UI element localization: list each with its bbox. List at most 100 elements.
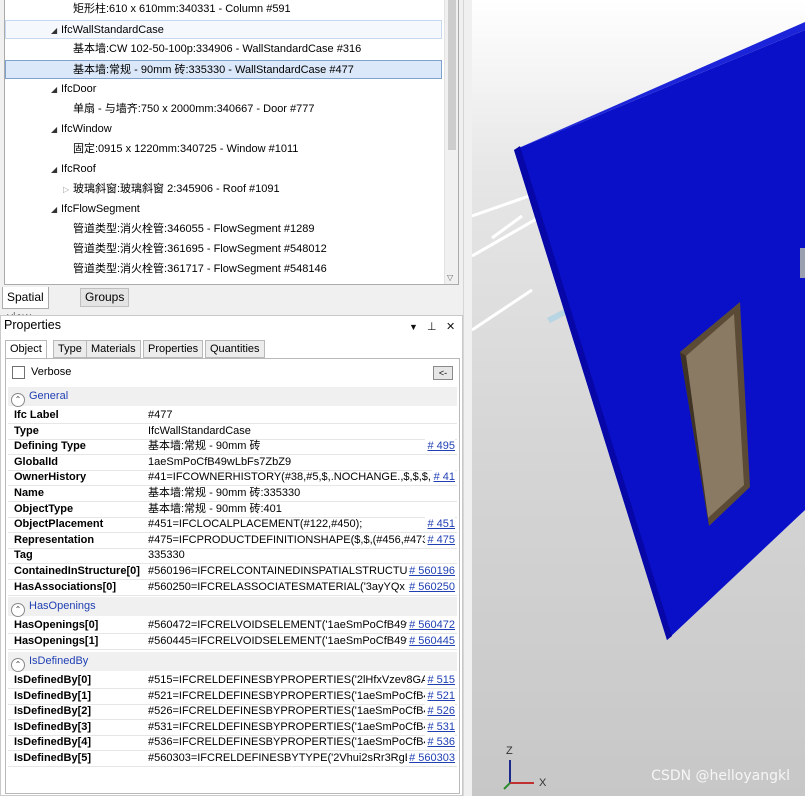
property-link[interactable]: # 451	[425, 517, 455, 533]
dropdown-arrow-icon[interactable]: ▼	[409, 322, 418, 332]
expand-triangle-icon[interactable]: ◢	[51, 120, 61, 139]
expand-triangle-icon[interactable]: ◢	[51, 21, 61, 40]
property-row: ContainedInStructure[0] #560196=IFCRELCON…	[8, 564, 457, 580]
property-key: Ifc Label	[14, 409, 59, 421]
property-row: IsDefinedBy[5] #560303=IFCRELDEFINESBYTYP…	[8, 751, 457, 767]
tab-object[interactable]: Object	[5, 340, 47, 359]
tab-groups[interactable]: Groups	[80, 288, 130, 307]
property-link[interactable]: # 560196	[407, 564, 455, 579]
tree-group-label: IfcFlowSegment	[61, 203, 140, 215]
property-value: #531=IFCRELDEFINESBYPROPERTIES('1aeSmPoC…	[148, 720, 430, 733]
expand-triangle-icon[interactable]: ◢	[51, 200, 61, 219]
tree-row-roof-1091[interactable]: ▷ 玻璃斜窗:玻璃斜窗 2:345906 - Roof #1091	[63, 180, 280, 199]
property-key: Representation	[14, 533, 95, 546]
expand-triangle-icon[interactable]: ◢	[51, 80, 61, 99]
tree-row-wall-477[interactable]: 基本墙:常规 - 90mm 砖:335330 - WallStandardCas…	[5, 60, 442, 79]
property-value: #41=IFCOWNERHISTORY(#38,#5,$,.NOCHANGE.,…	[148, 471, 430, 484]
property-link[interactable]: # 475	[425, 532, 455, 548]
section-header-isdefinedby[interactable]: ⌃ IsDefinedBy	[8, 652, 457, 672]
property-value: #521=IFCRELDEFINESBYPROPERTIES('1aeSmPoC…	[148, 689, 430, 702]
property-row: Defining Type 基本墙:常规 - 90mm 砖 # 495	[8, 439, 457, 456]
tree-row-column-591[interactable]: 矩形柱:610 x 610mm:340331 - Column #591	[73, 0, 291, 19]
tree-group-ifcroof[interactable]: ◢ IfcRoof	[51, 160, 96, 179]
tree-row-label: 基本墙:常规 - 90mm 砖:335330 - WallStandardCas…	[73, 64, 354, 76]
property-row: HasOpenings[0] #560472=IFCRELVOIDSELEMENT…	[8, 618, 457, 634]
property-link[interactable]: # 560250	[407, 579, 455, 595]
tree-row-label: 管道类型:消火栓管:346055 - FlowSegment #1289	[73, 223, 315, 235]
tree-row-label: 玻璃斜窗:玻璃斜窗 2:345906 - Roof #1091	[73, 183, 280, 195]
pin-icon[interactable]: ⊥	[427, 320, 437, 333]
property-key: IsDefinedBy[3]	[14, 720, 92, 733]
property-key: ContainedInStructure[0]	[14, 565, 140, 577]
model-tree[interactable]: 矩形柱:610 x 610mm:340331 - Column #591 ◢ If…	[4, 0, 459, 285]
property-key: ObjectPlacement	[14, 518, 104, 531]
panel-splitter[interactable]	[463, 0, 472, 796]
property-link[interactable]: # 515	[425, 673, 455, 688]
verbose-checkbox[interactable]	[12, 365, 25, 379]
property-key: Tag	[14, 549, 33, 562]
property-link[interactable]: # 536	[425, 735, 455, 751]
property-link[interactable]: # 495	[425, 439, 455, 455]
tab-spatial-view[interactable]: Spatial view	[2, 287, 49, 324]
scrollbar-thumb[interactable]	[448, 0, 456, 150]
property-row: IsDefinedBy[2] #526=IFCRELDEFINESBYPROPER…	[8, 704, 457, 721]
tree-group-ifcflowsegment[interactable]: ◢ IfcFlowSegment	[51, 200, 140, 219]
property-value: 基本墙:常规 - 90mm 砖:401	[148, 502, 282, 515]
verbose-option[interactable]: Verbose	[12, 365, 71, 381]
properties-title: Properties	[4, 318, 61, 332]
tab-quantities[interactable]: Quantities	[205, 340, 265, 358]
property-key: Defining Type	[14, 440, 86, 453]
collapsed-triangle-icon[interactable]: ▷	[63, 180, 73, 199]
property-link[interactable]: # 41	[431, 470, 455, 486]
close-icon[interactable]: ✕	[446, 320, 455, 333]
property-row: HasAssociations[0] #560250=IFCRELASSOCIAT…	[8, 579, 457, 596]
property-key: OwnerHistory	[14, 471, 87, 484]
property-value: #475=IFCPRODUCTDEFINITIONSHAPE($,$,(#456…	[148, 533, 430, 546]
property-key: GlobalId	[14, 455, 58, 468]
tree-group-ifcwallstandardcase[interactable]: ◢ IfcWallStandardCase	[5, 20, 442, 39]
3d-viewport[interactable]: Z X CSDN @helloyangkl	[472, 0, 805, 796]
tree-group-ifcdoor[interactable]: ◢ IfcDoor	[51, 80, 96, 99]
property-row: Representation #475=IFCPRODUCTDEFINITIONS…	[8, 532, 457, 549]
section-header-general[interactable]: ⌃ General	[8, 387, 457, 407]
property-row: Type IfcWallStandardCase	[8, 424, 457, 440]
tab-materials[interactable]: Materials	[86, 340, 141, 358]
property-row: Ifc Label #477	[8, 408, 457, 424]
tree-row-wall-316[interactable]: 基本墙:CW 102-50-100p:334906 - WallStandard…	[73, 40, 361, 59]
section-title: IsDefinedBy	[29, 655, 89, 667]
tree-row-flowsegment-1289[interactable]: 管道类型:消火栓管:346055 - FlowSegment #1289	[73, 220, 315, 239]
collapse-chevron-icon[interactable]: ⌃	[11, 603, 25, 617]
property-value: IfcWallStandardCase	[148, 424, 251, 437]
back-button[interactable]: <-	[433, 366, 453, 380]
property-row: ObjectPlacement #451=IFCLOCALPLACEMENT(#1…	[8, 517, 457, 534]
property-link[interactable]: # 560303	[407, 751, 455, 766]
property-link[interactable]: # 526	[425, 704, 455, 720]
property-value: 335330	[148, 549, 185, 562]
tree-row-window-1011[interactable]: 固定:0915 x 1220mm:340725 - Window #1011	[73, 140, 298, 159]
property-link[interactable]: # 560445	[407, 633, 455, 649]
property-value: 基本墙:常规 - 90mm 砖	[148, 440, 261, 453]
collapse-chevron-icon[interactable]: ⌃	[11, 393, 25, 407]
axis-x-label: X	[539, 777, 547, 789]
property-link[interactable]: # 531	[425, 719, 455, 735]
tab-type[interactable]: Type	[53, 340, 87, 358]
properties-panel: Properties ▼ ⊥ ✕ Object Type Materials P…	[0, 315, 463, 796]
tree-row-door-777[interactable]: 单扇 - 与墙齐:750 x 2000mm:340667 - Door #777	[73, 100, 315, 119]
tree-group-ifcwindow[interactable]: ◢ IfcWindow	[51, 120, 112, 139]
tree-row-label: 基本墙:CW 102-50-100p:334906 - WallStandard…	[73, 43, 362, 55]
property-row: Tag 335330	[8, 548, 457, 565]
scroll-down-arrow-icon[interactable]: ▽	[447, 273, 453, 282]
section-title: HasOpenings	[29, 600, 96, 612]
axis-gizmo: Z X	[503, 745, 547, 790]
tab-properties[interactable]: Properties	[143, 340, 204, 358]
property-link[interactable]: # 521	[425, 688, 455, 704]
tree-row-flowsegment-548146[interactable]: 管道类型:消火栓管:361717 - FlowSegment #548146	[73, 260, 327, 279]
section-header-hasopenings[interactable]: ⌃ HasOpenings	[8, 597, 457, 617]
tree-vertical-scrollbar[interactable]: ▽	[444, 0, 458, 284]
tree-group-label: IfcDoor	[61, 83, 97, 95]
expand-triangle-icon[interactable]: ◢	[51, 160, 61, 179]
tree-row-flowsegment-548012[interactable]: 管道类型:消火栓管:361695 - FlowSegment #548012	[73, 240, 327, 259]
tree-row-label: 固定:0915 x 1220mm:340725 - Window #1011	[73, 143, 299, 155]
property-link[interactable]: # 560472	[407, 618, 455, 633]
collapse-chevron-icon[interactable]: ⌃	[11, 658, 25, 672]
